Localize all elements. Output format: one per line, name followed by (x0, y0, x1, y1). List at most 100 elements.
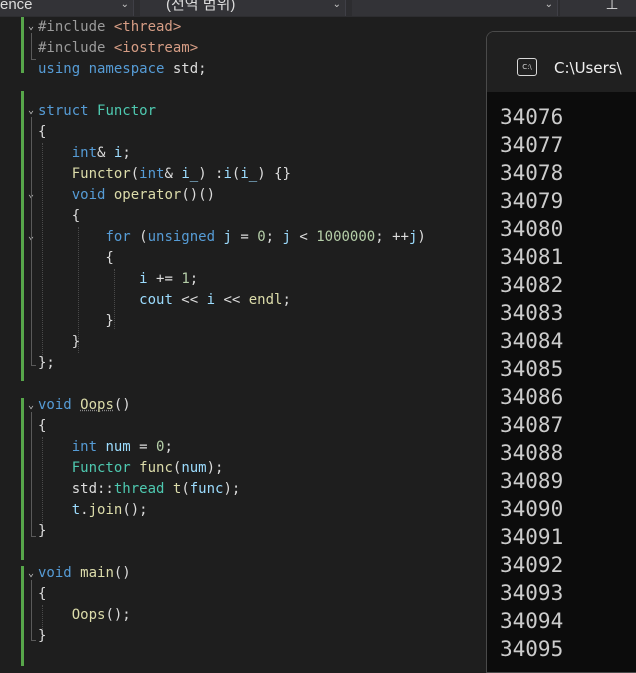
code-token: ; (282, 292, 291, 308)
code-token: Oops (71, 607, 106, 623)
code-line[interactable]: }; (38, 353, 55, 374)
pin-button[interactable]: ⊥ (560, 0, 636, 16)
code-token: Functor (71, 166, 131, 182)
fold-toggle-icon[interactable]: ⌄ (25, 568, 37, 580)
code-token: ( (130, 166, 140, 182)
function-dropdown[interactable]: ⌄ (352, 0, 558, 16)
console-output-line: 34085 (500, 357, 564, 381)
code-line[interactable]: cout << i << endl; (38, 290, 291, 311)
code-token: i (139, 271, 148, 287)
code-token: #include (38, 40, 114, 56)
console-output-line: 34084 (500, 329, 564, 353)
code-token: ; ++ (375, 229, 409, 245)
console-output-line: 34076 (500, 105, 564, 129)
code-token: operator (113, 187, 182, 203)
code-line[interactable]: #include <iostream> (38, 38, 198, 59)
code-token: t (71, 502, 81, 518)
console-title-bar[interactable]: C:\ C:\Users\ (487, 32, 636, 92)
code-line[interactable]: { (38, 248, 113, 269)
fold-toggle-icon[interactable]: ⌄ (25, 105, 37, 117)
code-token: func (189, 481, 224, 497)
fold-toggle-icon[interactable]: ⌄ (25, 400, 37, 412)
code-token: <iostream> (113, 40, 199, 56)
code-line[interactable]: } (38, 521, 46, 542)
code-token: 1000000 (316, 229, 376, 245)
code-line[interactable]: void main() (38, 563, 131, 584)
code-token: using namespace (38, 61, 173, 77)
code-line[interactable]: } (38, 311, 113, 332)
code-token: (); (105, 607, 131, 623)
console-output-line: 34087 (500, 413, 564, 437)
code-token: thread (113, 481, 173, 497)
code-token: cout (139, 292, 173, 308)
code-token: std:: (38, 481, 114, 497)
code-token: int (71, 145, 98, 161)
code-token: void (38, 565, 81, 581)
change-marker (21, 91, 24, 381)
code-token: } (38, 628, 47, 644)
code-token: 0 (257, 229, 266, 245)
code-line[interactable]: t.join(); (38, 500, 148, 521)
code-token: std; (172, 61, 207, 77)
chevron-down-icon: ⌄ (120, 0, 129, 10)
code-line[interactable]: for (unsigned j = 0; j < 1000000; ++j) (38, 227, 425, 248)
code-token: j (223, 229, 232, 245)
code-token: { (38, 208, 81, 224)
code-token: << (215, 292, 249, 308)
code-token: i_ (240, 166, 258, 182)
code-line[interactable]: void operator()() (38, 185, 215, 206)
member-dropdown[interactable]: (전역 범위) ⌄ (140, 0, 346, 16)
code-line[interactable]: } (38, 626, 46, 647)
console-output-line: 34093 (500, 581, 564, 605)
code-line[interactable]: Functor(int& i_) :i(i_) {} (38, 164, 291, 185)
code-token: ; (164, 439, 173, 455)
console-output-line: 34079 (500, 189, 564, 213)
console-output-line: 34082 (500, 273, 564, 297)
code-line[interactable]: } (38, 332, 80, 353)
code-token: << (172, 292, 207, 308)
code-token: ; (265, 229, 283, 245)
code-line[interactable]: int num = 0; (38, 437, 173, 458)
code-token: #include (38, 19, 114, 35)
fold-range-end (31, 59, 36, 60)
code-line[interactable]: { (38, 206, 80, 227)
code-line[interactable]: std::thread t(func); (38, 479, 241, 500)
code-token: { (38, 586, 47, 602)
console-output-line: 34081 (500, 245, 564, 269)
code-line[interactable]: { (38, 584, 46, 605)
code-token: num (105, 439, 131, 455)
console-window[interactable]: C:\ C:\Users\ 34076 34077 34078 34079 34080 3… (486, 31, 636, 673)
code-line[interactable]: { (38, 416, 46, 437)
code-line[interactable]: void Oops() (38, 395, 131, 416)
code-line[interactable]: Oops(); (38, 605, 131, 626)
code-token: i (223, 166, 232, 182)
code-token: i (206, 292, 216, 308)
console-output-line: 34080 (500, 217, 564, 241)
code-token: Functor (97, 103, 157, 119)
code-line[interactable]: { (38, 122, 46, 143)
code-token: = (130, 439, 157, 455)
code-line[interactable]: int& i; (38, 143, 131, 164)
scope-dropdown[interactable]: ence ⌄ (0, 0, 134, 16)
console-output-line: 34092 (500, 553, 564, 577)
code-token: ); (223, 481, 241, 497)
code-token: () (113, 565, 131, 581)
code-line[interactable]: using namespace std; (38, 59, 207, 80)
code-token: ); (206, 460, 224, 476)
code-token: ) : (198, 166, 224, 182)
code-line[interactable]: Functor func(num); (38, 458, 224, 479)
console-output-line: 34078 (500, 161, 564, 185)
code-line[interactable]: i += 1; (38, 269, 198, 290)
console-title: C:\Users\ (554, 59, 622, 77)
code-line[interactable]: struct Functor (38, 101, 156, 122)
code-token: ()() (181, 187, 216, 203)
code-token: j (282, 229, 291, 245)
console-output-line: 34089 (500, 469, 564, 493)
fold-toggle-icon[interactable]: ⌄ (25, 21, 37, 33)
code-line[interactable]: #include <thread> (38, 17, 181, 38)
fold-range-end (31, 536, 36, 537)
code-token: }; (38, 355, 55, 371)
